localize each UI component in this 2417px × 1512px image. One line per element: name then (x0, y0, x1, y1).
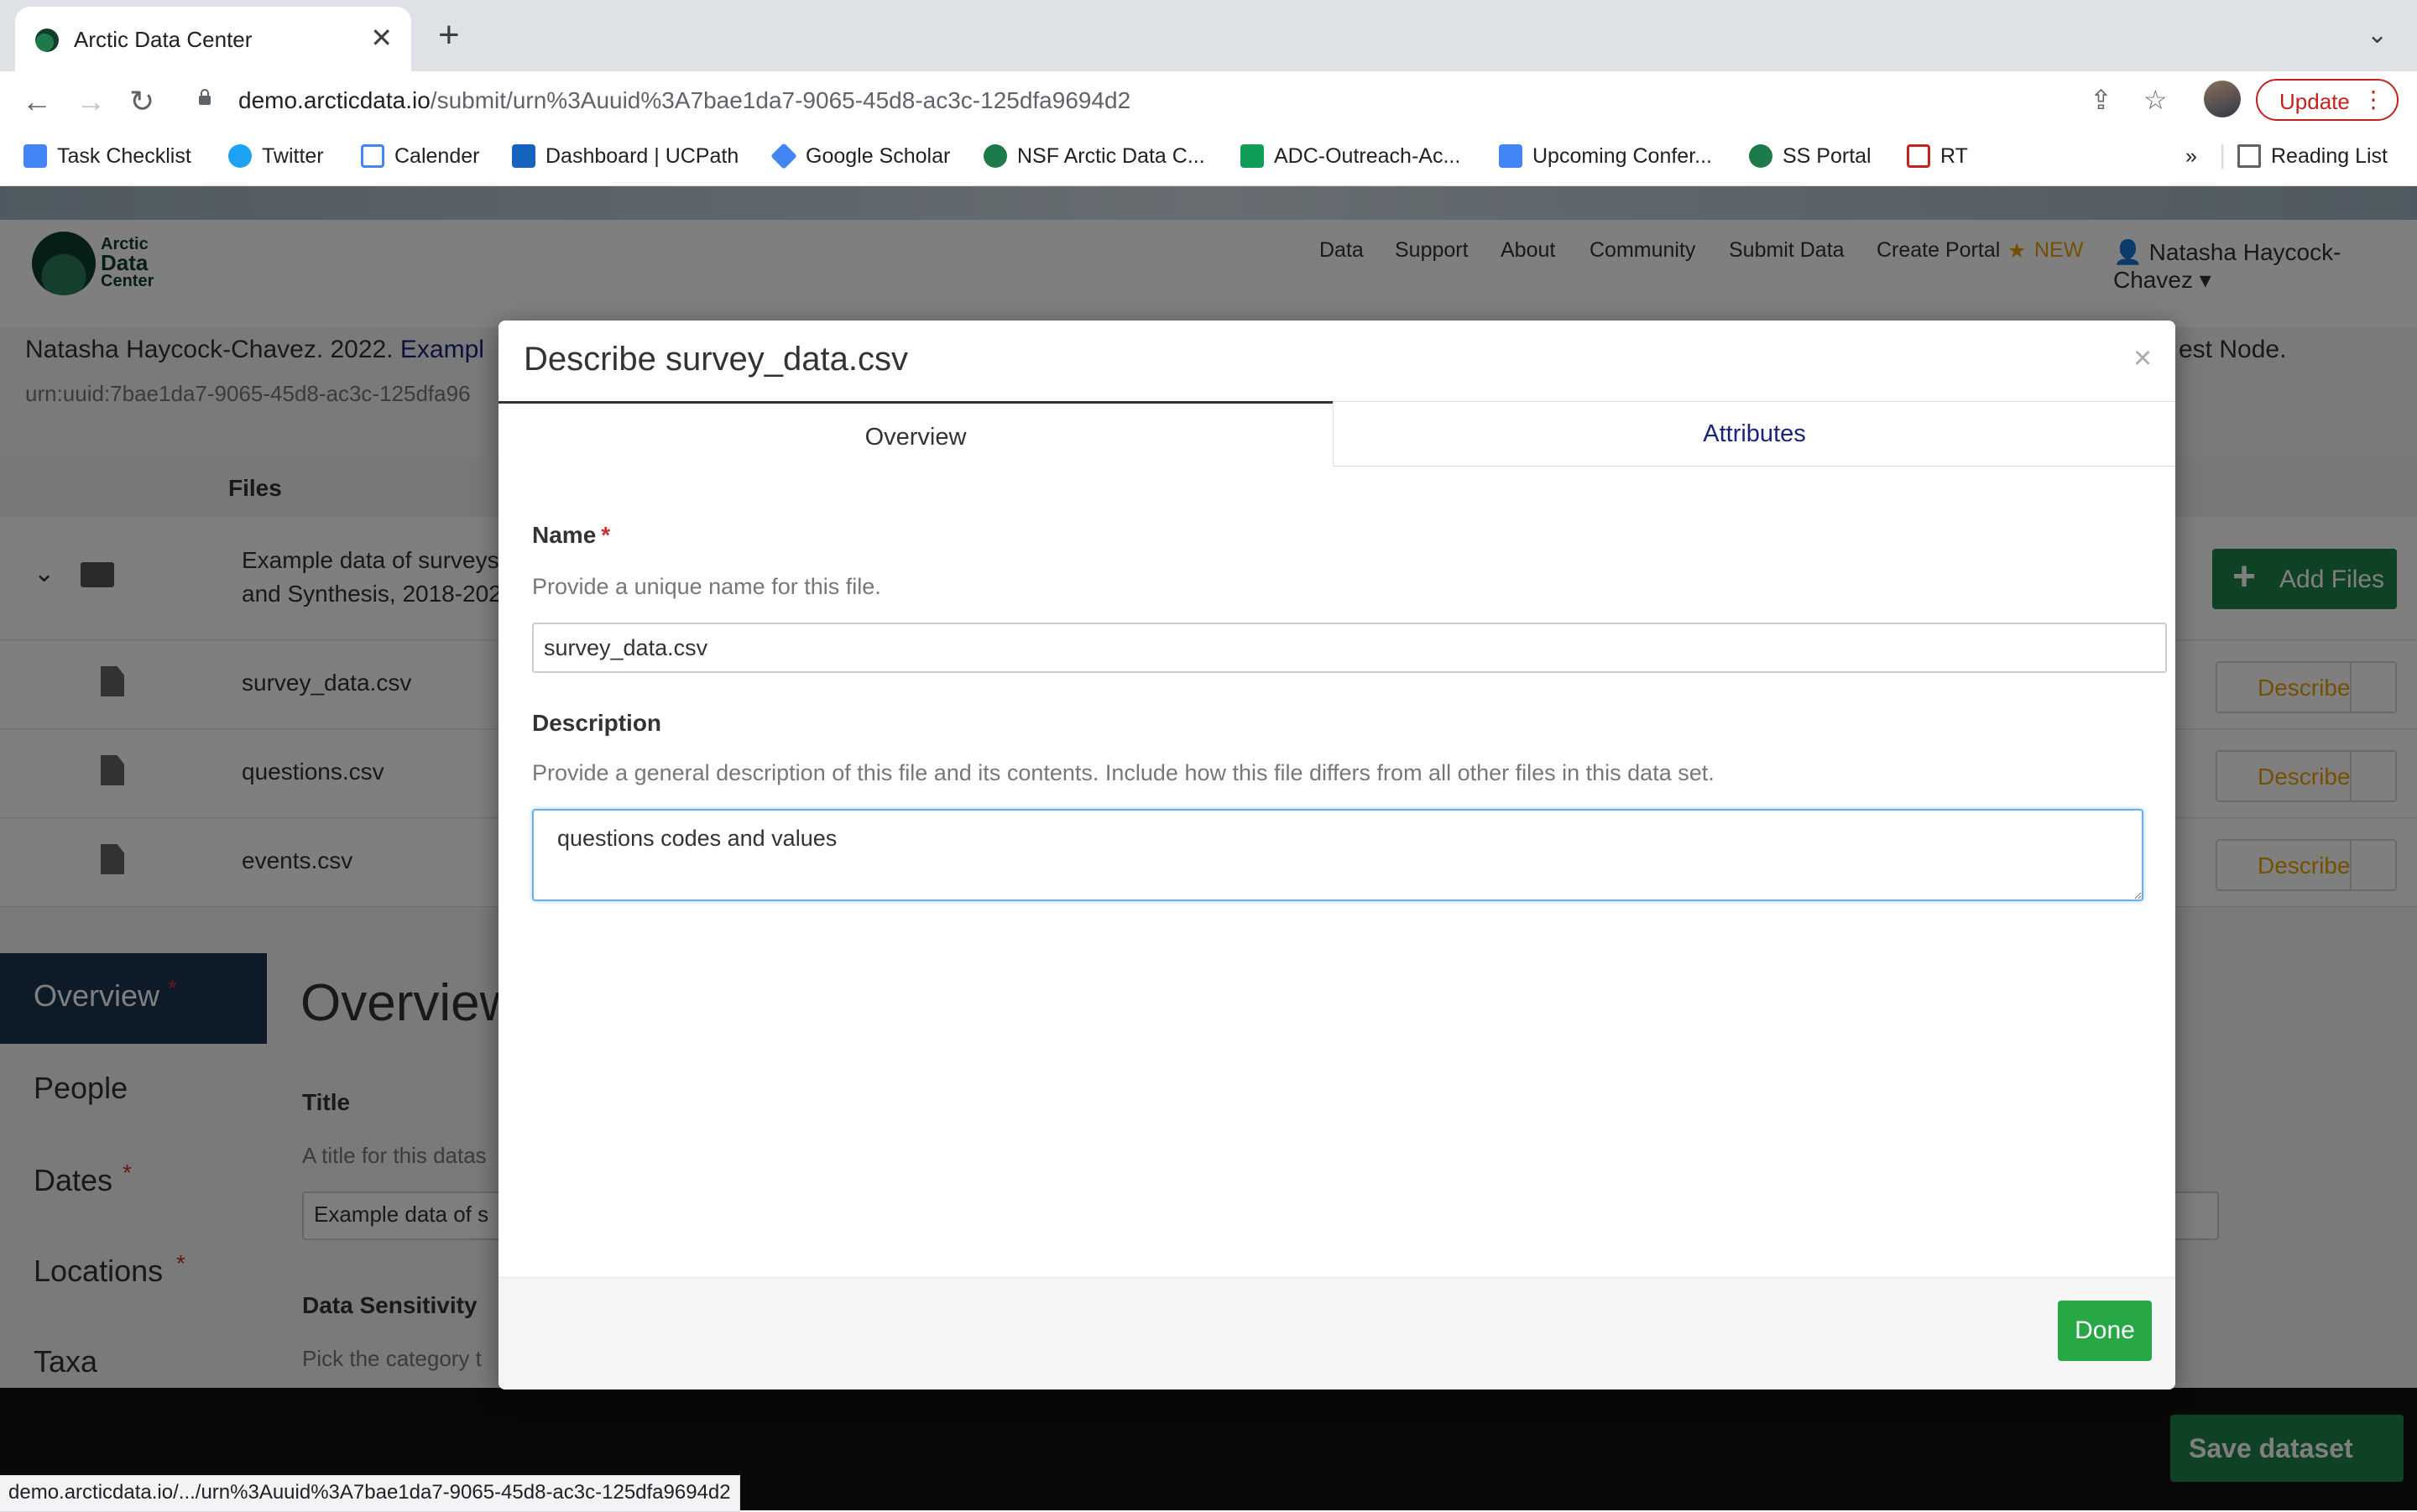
required-marker: * (601, 522, 611, 548)
url-domain: demo.arcticdata.io (238, 87, 431, 113)
bookmark-twitter[interactable]: Twitter (228, 144, 324, 169)
modal-title: Describe survey_data.csv (524, 341, 908, 378)
update-button[interactable]: Update ⋮ (2256, 79, 2399, 121)
calendar-icon (361, 144, 384, 168)
file-description-textarea[interactable]: questions codes and values (532, 809, 2143, 901)
tab-search-chevron-icon[interactable]: ⌄ (2367, 20, 2388, 50)
google-sheets-icon (1240, 144, 1264, 168)
close-icon[interactable]: × (2133, 341, 2152, 377)
address-bar[interactable]: demo.arcticdata.io/submit/urn%3Auuid%3A7… (183, 79, 2197, 123)
bookmark-upcoming-conferences[interactable]: Upcoming Confer... (1499, 144, 1712, 169)
bookmark-calender[interactable]: Calender (361, 144, 479, 169)
description-label: Description (532, 710, 662, 736)
reload-icon[interactable]: ↻ (129, 84, 154, 119)
tab-close-icon[interactable]: ✕ (370, 22, 393, 54)
description-help-text: Provide a general description of this fi… (532, 760, 1715, 785)
reading-list-button[interactable]: Reading List (2237, 144, 2388, 169)
bookmark-google-scholar[interactable]: Google Scholar (770, 143, 950, 169)
file-name-input[interactable] (532, 623, 2167, 673)
rt-icon (1907, 144, 1930, 168)
google-docs-icon (23, 144, 47, 168)
bookmark-adc-outreach[interactable]: ADC-Outreach-Ac... (1240, 144, 1460, 169)
new-tab-button[interactable]: + (438, 17, 460, 54)
modal-footer (499, 1277, 2175, 1389)
google-docs-icon (1499, 144, 1522, 168)
more-bookmarks-chevron[interactable]: » (2185, 144, 2197, 169)
scholar-icon (770, 143, 797, 169)
forward-arrow-icon[interactable]: → (76, 84, 106, 119)
name-label: Name * (532, 522, 611, 548)
lock-icon (199, 89, 211, 105)
bookmark-star-icon[interactable]: ☆ (2143, 84, 2168, 116)
bookmark-rt[interactable]: RT (1907, 144, 1968, 169)
browser-tab[interactable]: Arctic Data Center ✕ (15, 7, 411, 71)
reading-list-icon (2237, 144, 2261, 168)
link-status-bar: demo.arcticdata.io/.../urn%3Auuid%3A7bae… (0, 1475, 740, 1512)
back-arrow-icon[interactable]: ← (22, 84, 52, 119)
arctic-favicon-icon (35, 29, 59, 52)
url-text: demo.arcticdata.io/submit/urn%3Auuid%3A7… (238, 87, 1130, 114)
tab-overview[interactable]: Overview (499, 401, 1333, 467)
ucpath-icon (512, 144, 535, 168)
profile-avatar[interactable] (2204, 81, 2241, 117)
bookmark-dashboard-ucpath[interactable]: Dashboard | UCPath (512, 144, 739, 169)
done-button[interactable]: Done (2058, 1301, 2152, 1361)
arctic-favicon-icon (984, 144, 1007, 168)
share-icon[interactable]: ⇪ (2090, 84, 2112, 116)
bookmark-task-checklist[interactable]: Task Checklist (23, 144, 191, 169)
bookmark-ss-portal[interactable]: SS Portal (1749, 144, 1871, 169)
name-help-text: Provide a unique name for this file. (532, 574, 881, 599)
tab-attributes[interactable]: Attributes (1333, 401, 2175, 467)
url-path: /submit/urn%3Auuid%3A7bae1da7-9065-45d8-… (430, 87, 1131, 113)
bookmark-nsf-arctic[interactable]: NSF Arctic Data C... (984, 144, 1205, 169)
arctic-favicon-icon (1749, 144, 1772, 168)
twitter-icon (228, 144, 252, 168)
describe-file-modal: Describe survey_data.csv × Overview Attr… (499, 321, 2175, 1389)
bookmarks-divider: | (2219, 139, 2226, 169)
update-label: Update (2279, 89, 2350, 114)
kebab-menu-icon: ⋮ (2362, 86, 2385, 112)
tab-title: Arctic Data Center (74, 27, 253, 52)
